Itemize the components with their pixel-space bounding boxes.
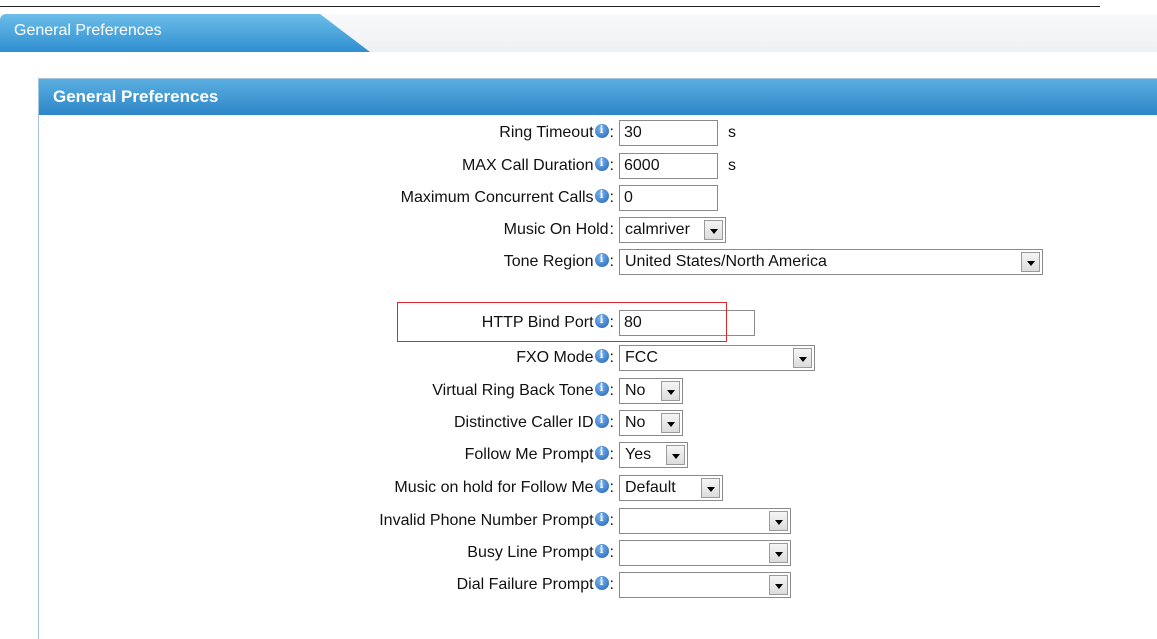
- info-icon[interactable]: i: [594, 253, 609, 267]
- ring-timeout-row: Ring Timeout i: 30 s: [39, 117, 1157, 149]
- moh-follow-me-row: Music on hold for Follow Me i: Default: [39, 472, 1157, 504]
- highlight-box: [397, 302, 727, 342]
- busy-line-prompt-label: Busy Line Prompt: [467, 544, 594, 561]
- max-concurrent-calls-label: Maximum Concurrent Calls: [400, 189, 594, 206]
- tone-region-row: Tone Region i: United States/North Americ…: [39, 246, 1157, 278]
- tone-region-select[interactable]: United States/North America: [619, 249, 1043, 275]
- ring-timeout-label: Ring Timeout: [499, 124, 594, 141]
- dial-failure-prompt-select[interactable]: [619, 572, 791, 598]
- distinctive-caller-id-select[interactable]: No: [619, 410, 683, 436]
- info-icon[interactable]: i: [594, 124, 609, 138]
- chevron-down-icon[interactable]: [661, 381, 680, 401]
- chevron-down-icon[interactable]: [704, 220, 723, 240]
- ring-timeout-unit: s: [728, 124, 736, 141]
- max-call-duration-input[interactable]: 6000: [619, 153, 718, 179]
- busy-line-prompt-select[interactable]: [619, 540, 791, 566]
- info-icon[interactable]: i: [594, 446, 609, 460]
- info-icon[interactable]: i: [594, 479, 609, 493]
- chevron-down-icon[interactable]: [661, 413, 680, 433]
- invalid-phone-prompt-select[interactable]: [619, 508, 791, 534]
- invalid-phone-prompt-row: Invalid Phone Number Prompt i:: [39, 505, 1157, 537]
- info-icon[interactable]: i: [594, 382, 609, 396]
- moh-follow-me-label: Music on hold for Follow Me: [394, 479, 594, 496]
- virtual-ring-back-tone-label: Virtual Ring Back Tone: [432, 382, 594, 399]
- max-call-duration-unit: s: [728, 157, 736, 174]
- info-icon[interactable]: i: [594, 576, 609, 590]
- ring-timeout-input[interactable]: 30: [619, 120, 718, 146]
- fxo-mode-row: FXO Mode i: FCC: [39, 342, 1157, 374]
- distinctive-caller-id-row: Distinctive Caller ID i: No: [39, 407, 1157, 439]
- virtual-ring-back-tone-row: Virtual Ring Back Tone i: No: [39, 375, 1157, 407]
- virtual-ring-back-tone-select[interactable]: No: [619, 378, 683, 404]
- tone-region-label: Tone Region: [503, 253, 594, 270]
- top-divider: [0, 6, 1100, 7]
- fxo-mode-label: FXO Mode: [516, 349, 594, 366]
- max-call-duration-row: MAX Call Duration i: 6000 s: [39, 150, 1157, 182]
- max-call-duration-label: MAX Call Duration: [461, 157, 594, 174]
- chevron-down-icon[interactable]: [1021, 252, 1040, 272]
- panel-title: General Preferences: [39, 79, 1157, 115]
- chevron-down-icon[interactable]: [701, 478, 720, 498]
- dial-failure-prompt-label: Dial Failure Prompt: [456, 576, 594, 593]
- info-icon[interactable]: i: [594, 414, 609, 428]
- max-concurrent-calls-row: Maximum Concurrent Calls i: 0: [39, 182, 1157, 214]
- general-preferences-panel: General Preferences Ring Timeout i: 30 s …: [38, 78, 1157, 639]
- follow-me-prompt-label: Follow Me Prompt: [464, 446, 594, 463]
- invalid-phone-prompt-label: Invalid Phone Number Prompt: [379, 512, 594, 529]
- tab-label: General Preferences: [14, 22, 162, 39]
- music-on-hold-label: Music On Hold: [503, 221, 609, 238]
- info-icon[interactable]: i: [594, 512, 609, 526]
- moh-follow-me-select[interactable]: Default: [619, 475, 723, 501]
- music-on-hold-select[interactable]: calmriver: [619, 217, 726, 243]
- busy-line-prompt-row: Busy Line Prompt i:: [39, 537, 1157, 569]
- dial-failure-prompt-row: Dial Failure Prompt i:: [39, 569, 1157, 601]
- distinctive-caller-id-label: Distinctive Caller ID: [453, 414, 594, 431]
- follow-me-prompt-row: Follow Me Prompt i: Yes: [39, 439, 1157, 471]
- chevron-down-icon[interactable]: [769, 511, 788, 531]
- chevron-down-icon[interactable]: [666, 445, 685, 465]
- info-icon[interactable]: i: [594, 189, 609, 203]
- music-on-hold-row: Music On Hold: calmriver: [39, 214, 1157, 246]
- info-icon[interactable]: i: [594, 544, 609, 558]
- chevron-down-icon[interactable]: [769, 575, 788, 595]
- chevron-down-icon[interactable]: [793, 348, 812, 368]
- fxo-mode-select[interactable]: FCC: [619, 345, 815, 371]
- chevron-down-icon[interactable]: [769, 543, 788, 563]
- info-icon[interactable]: i: [594, 349, 609, 363]
- max-concurrent-calls-input[interactable]: 0: [619, 185, 718, 211]
- info-icon[interactable]: i: [594, 157, 609, 171]
- follow-me-prompt-select[interactable]: Yes: [619, 442, 688, 468]
